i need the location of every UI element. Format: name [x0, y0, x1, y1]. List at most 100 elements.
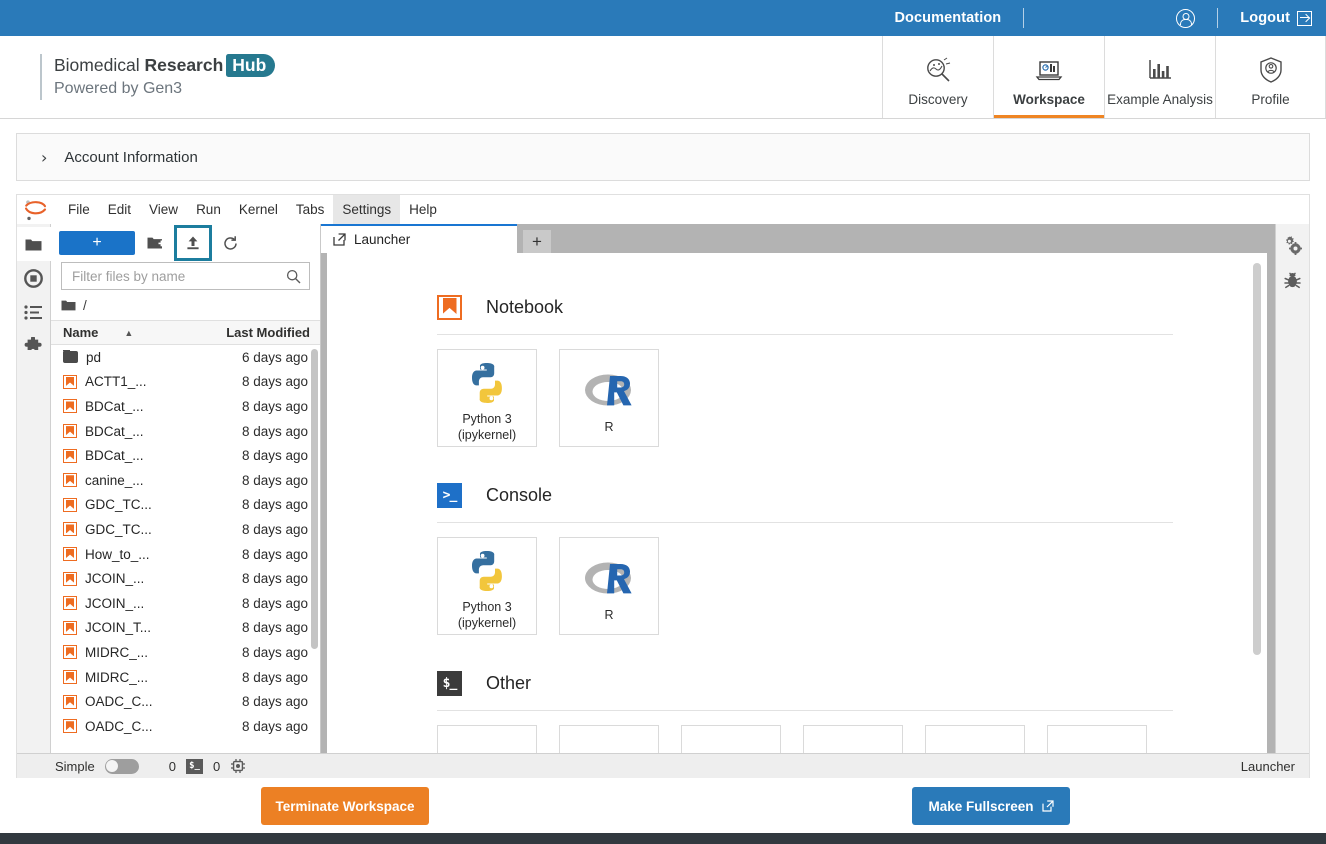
launcher-card-contextual-help[interactable]	[1047, 725, 1147, 753]
file-filter-box[interactable]	[61, 262, 310, 290]
menu-view[interactable]: View	[140, 195, 187, 224]
launcher-card-python-file[interactable]	[803, 725, 903, 753]
logo-subtitle: Powered by Gen3	[54, 80, 183, 98]
file-list-item[interactable]: GDC_TC... 8 days ago	[51, 517, 320, 542]
file-name: JCOIN_T...	[85, 620, 152, 636]
file-list-item[interactable]: JCOIN_... 8 days ago	[51, 591, 320, 616]
search-input[interactable]	[72, 268, 286, 284]
sidebar-item-property-inspector[interactable]	[1276, 229, 1310, 263]
notebook-icon	[63, 374, 77, 389]
tab-launcher[interactable]: Launcher	[321, 224, 517, 253]
file-list-item[interactable]: GDC_TC... 8 days ago	[51, 493, 320, 518]
user-circle-icon[interactable]	[1176, 8, 1196, 28]
nav-item-discovery[interactable]: Discovery	[882, 36, 993, 118]
make-fullscreen-button[interactable]: Make Fullscreen	[912, 787, 1070, 825]
logout-button[interactable]: Logout	[1240, 10, 1312, 26]
file-list-item[interactable]: MIDRC_... 8 days ago	[51, 665, 320, 690]
upload-icon[interactable]	[174, 225, 212, 261]
file-list[interactable]: pd 6 days ago ACTT1_... 8 days ago BDCat_...…	[51, 345, 320, 753]
new-launcher-button[interactable]: +	[59, 231, 135, 255]
launcher-card-r-console[interactable]: R	[559, 537, 659, 635]
tab-launcher-label: Launcher	[354, 232, 411, 247]
new-tab-button[interactable]: +	[523, 230, 551, 253]
nav-item-example-analysis[interactable]: Example Analysis	[1104, 36, 1215, 118]
refresh-icon[interactable]	[217, 231, 243, 255]
launcher-section-title: Notebook	[486, 297, 564, 317]
nav-item-workspace[interactable]: Workspace	[993, 36, 1104, 118]
site-header: Biomedical Research Hub Powered by Gen3 D…	[0, 36, 1326, 119]
main-dock-area: Launcher + Notebook Python 3 (ipykernel)…	[321, 224, 1275, 753]
launcher-card-python3-notebook[interactable]: Python 3 (ipykernel)	[437, 349, 537, 447]
file-modified: 8 days ago	[241, 448, 308, 464]
file-list-item[interactable]: JCOIN_T... 8 days ago	[51, 616, 320, 641]
launcher-card-r-file[interactable]: R	[925, 725, 1025, 753]
launcher-card-text-file[interactable]	[559, 725, 659, 753]
menu-help[interactable]: Help	[400, 195, 446, 224]
file-modified: 8 days ago	[241, 497, 308, 513]
file-list-item[interactable]: OADC_C... 8 days ago	[51, 689, 320, 714]
launcher-scrollbar[interactable]	[1253, 263, 1261, 655]
menu-kernel[interactable]: Kernel	[230, 195, 287, 224]
notebook-icon	[63, 473, 77, 488]
file-list-item[interactable]: canine_... 8 days ago	[51, 468, 320, 493]
file-list-item[interactable]: How_to_... 8 days ago	[51, 542, 320, 567]
nav-item-profile[interactable]: Profile	[1215, 36, 1326, 118]
cpu-chip-icon[interactable]	[230, 758, 246, 774]
terminate-workspace-button[interactable]: Terminate Workspace	[261, 787, 429, 825]
menu-edit[interactable]: Edit	[99, 195, 140, 224]
file-name: GDC_TC...	[85, 497, 152, 513]
launcher-card-markdown[interactable]: M↓	[681, 725, 781, 753]
file-modified: 8 days ago	[241, 521, 308, 537]
other-section-icon: $_	[437, 671, 462, 696]
make-fullscreen-label: Make Fullscreen	[928, 798, 1034, 814]
menu-tabs[interactable]: Tabs	[287, 195, 334, 224]
menu-run[interactable]: Run	[187, 195, 230, 224]
file-list-item[interactable]: BDCat_... 8 days ago	[51, 419, 320, 444]
column-header-name[interactable]: Name	[63, 325, 98, 340]
logo-title-line: Biomedical Research Hub	[54, 54, 276, 78]
launcher-card-r-notebook[interactable]: R	[559, 349, 659, 447]
file-name: JCOIN_...	[85, 571, 145, 587]
notebook-icon	[63, 424, 77, 439]
notebook-icon	[63, 694, 77, 709]
column-header-last-modified[interactable]: Last Modified	[208, 325, 320, 340]
file-name: OADC_C...	[85, 718, 153, 734]
launcher-card-label: R	[604, 420, 614, 435]
documentation-link[interactable]: Documentation	[894, 10, 1001, 26]
file-list-item[interactable]: pd 6 days ago	[51, 345, 320, 370]
breadcrumb[interactable]: /	[51, 290, 320, 320]
file-name: How_to_...	[85, 546, 150, 562]
file-list-item[interactable]: BDCat_... 8 days ago	[51, 394, 320, 419]
sidebar-item-running-sessions[interactable]	[17, 261, 51, 295]
file-list-item[interactable]: JCOIN_... 8 days ago	[51, 566, 320, 591]
account-information-accordion[interactable]: › Account Information	[16, 133, 1310, 181]
file-list-item[interactable]: MIDRC_... 8 days ago	[51, 640, 320, 665]
file-list-item[interactable]: OADC_C... 8 days ago	[51, 714, 320, 739]
file-modified: 8 days ago	[241, 718, 308, 734]
jupyter-right-sidebar	[1275, 224, 1309, 753]
file-modified: 8 days ago	[241, 398, 308, 414]
new-folder-icon[interactable]	[143, 231, 169, 255]
menu-settings[interactable]: Settings	[333, 195, 401, 224]
terminal-icon[interactable]: $_	[185, 758, 203, 774]
notebook-icon	[63, 497, 77, 512]
brand-logo[interactable]: Biomedical Research Hub Powered by Gen3	[0, 36, 882, 118]
launcher-card-python3-console[interactable]: Python 3 (ipykernel)	[437, 537, 537, 635]
sidebar-item-extensions[interactable]	[17, 329, 51, 363]
notebook-icon	[63, 645, 77, 660]
file-browser-toolbar: +	[51, 224, 320, 262]
logout-label: Logout	[1240, 10, 1290, 26]
menu-file[interactable]: File	[59, 195, 99, 224]
simple-mode-toggle[interactable]	[104, 758, 139, 774]
file-list-item[interactable]: BDCat_... 8 days ago	[51, 443, 320, 468]
nav-label-profile: Profile	[1251, 92, 1290, 107]
file-list-scrollbar[interactable]	[311, 349, 318, 649]
bar-chart-icon	[1145, 53, 1175, 87]
sidebar-item-debugger[interactable]	[1276, 263, 1310, 297]
file-list-item[interactable]: ACTT1_... 8 days ago	[51, 370, 320, 395]
launcher-panel: Notebook Python 3 (ipykernel) R >_ Conso…	[327, 253, 1267, 753]
launcher-card-terminal[interactable]: $_	[437, 725, 537, 753]
debugger-bug-icon	[1283, 271, 1302, 290]
sidebar-item-file-browser[interactable]	[17, 227, 51, 261]
sidebar-item-commands[interactable]	[17, 295, 51, 329]
